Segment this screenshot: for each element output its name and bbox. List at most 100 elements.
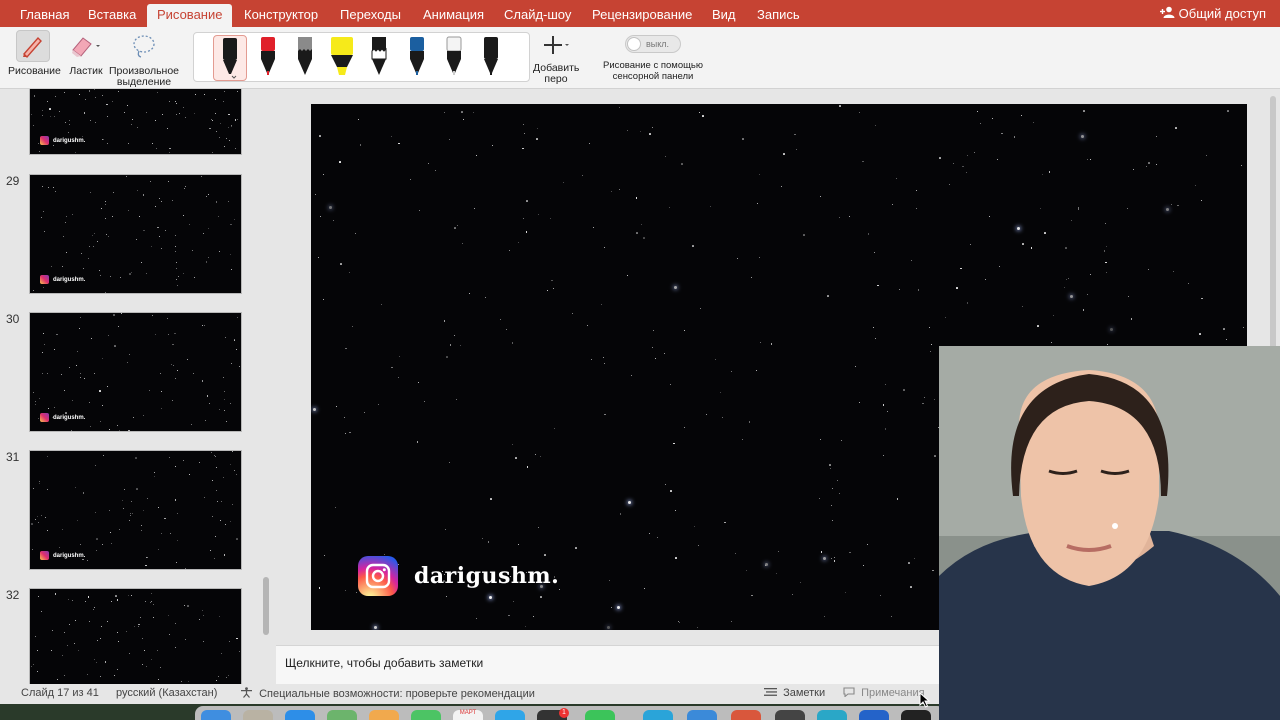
star [550,217,552,219]
accessibility-status[interactable]: Специальные возможности: проверьте реком… [240,687,535,700]
star [1175,126,1177,129]
star [1042,173,1044,175]
maps-icon[interactable] [327,710,357,720]
star [616,606,620,609]
star [705,413,707,415]
tab-view[interactable]: Вид [712,7,736,22]
star [204,324,206,326]
pen-black-selected[interactable] [213,35,247,81]
star [1188,283,1190,285]
tab-animations[interactable]: Анимация [423,7,484,22]
star [526,466,529,468]
star [338,161,341,163]
star [214,98,217,101]
tab-design[interactable]: Конструктор [244,7,318,22]
star [63,632,65,634]
pencil-gray[interactable] [288,35,322,81]
system-preferences-icon[interactable]: 1 [537,708,569,720]
star [318,587,321,589]
whatsapp-icon[interactable] [585,710,615,720]
star [643,237,645,239]
tab-insert[interactable]: Вставка [88,7,136,22]
star [35,635,37,637]
star [882,404,885,406]
star [94,465,96,467]
star [698,544,700,546]
pencil-black[interactable] [362,35,396,81]
star [518,544,520,546]
star [175,251,177,253]
slide-thumbnail-30[interactable]: darigushm. [29,312,242,432]
star [198,462,200,463]
star [64,674,66,676]
calendar-icon[interactable]: МАРТ [453,710,483,720]
thumbnail-scrollbar[interactable] [263,577,269,635]
facetime-icon[interactable] [411,710,441,720]
slide-thumbnail-31[interactable]: darigushm. [29,450,242,570]
star [39,150,41,152]
tab-record[interactable]: Запись [757,7,800,22]
zoom-icon[interactable] [817,710,847,720]
pen-white[interactable] [437,35,471,81]
touch-drawing-toggle[interactable]: выкл. [625,35,681,53]
app-store-icon[interactable] [495,710,525,720]
star [1090,158,1092,160]
star [144,649,146,651]
slide-thumbnail-29[interactable]: darigushm. [29,174,242,294]
tab-home[interactable]: Главная [20,7,69,22]
tab-slideshow[interactable]: Слайд-шоу [504,7,571,22]
slide-thumbnail-28[interactable]: darigushm. [29,89,242,155]
star [41,110,43,112]
slide-thumbnail-pane[interactable]: darigushm. 29 darigushm. 30 darigushm. 3… [0,89,276,684]
round-app-icon[interactable] [901,710,931,720]
star [43,287,45,289]
star [721,417,723,419]
tab-review[interactable]: Рецензирование [592,7,692,22]
star [359,144,362,147]
star [101,207,103,209]
star [419,209,421,211]
star [149,389,151,391]
lasso-select-button[interactable]: Произвольное выделение [108,30,180,88]
star [230,520,232,522]
draw-tool-button[interactable]: Рисование [8,30,61,77]
star [879,595,881,597]
tab-transitions[interactable]: Переходы [340,7,401,22]
star [221,500,223,502]
star [120,276,122,278]
star [47,186,49,188]
word-icon[interactable] [687,710,717,720]
star [126,175,128,177]
comments-button[interactable]: Примечания [843,687,925,699]
pen-red[interactable] [251,35,285,81]
star [819,438,821,440]
add-pen-button[interactable]: Добавить перо [533,31,579,85]
star [1040,207,1042,209]
blue-app-icon[interactable] [859,710,889,720]
share-button[interactable]: Общий доступ [1159,6,1266,21]
eraser-tool-button[interactable]: Ластик [66,30,106,77]
star [896,497,899,500]
safari-icon[interactable] [285,710,315,720]
slide-thumbnail-32[interactable] [29,588,242,684]
star [150,600,152,602]
star [180,680,182,682]
pen-blue[interactable] [400,35,434,81]
notes-button[interactable]: Заметки [764,687,825,699]
dark-app-icon[interactable] [775,710,805,720]
star [118,528,120,530]
tab-draw[interactable]: Рисование [147,4,233,27]
highlighter-yellow[interactable] [325,35,359,81]
finder-icon[interactable] [201,710,231,720]
webcam-overlay [939,346,1280,720]
telegram-icon[interactable] [643,710,673,720]
star [114,345,116,347]
powerpoint-icon[interactable] [731,710,761,720]
star [899,289,901,291]
pen-black-2[interactable] [474,35,508,81]
star [224,523,226,525]
photos-icon[interactable] [369,710,399,720]
star [175,103,177,105]
launchpad-icon[interactable] [243,710,273,720]
language-indicator[interactable]: русский (Казахстан) [116,687,217,699]
